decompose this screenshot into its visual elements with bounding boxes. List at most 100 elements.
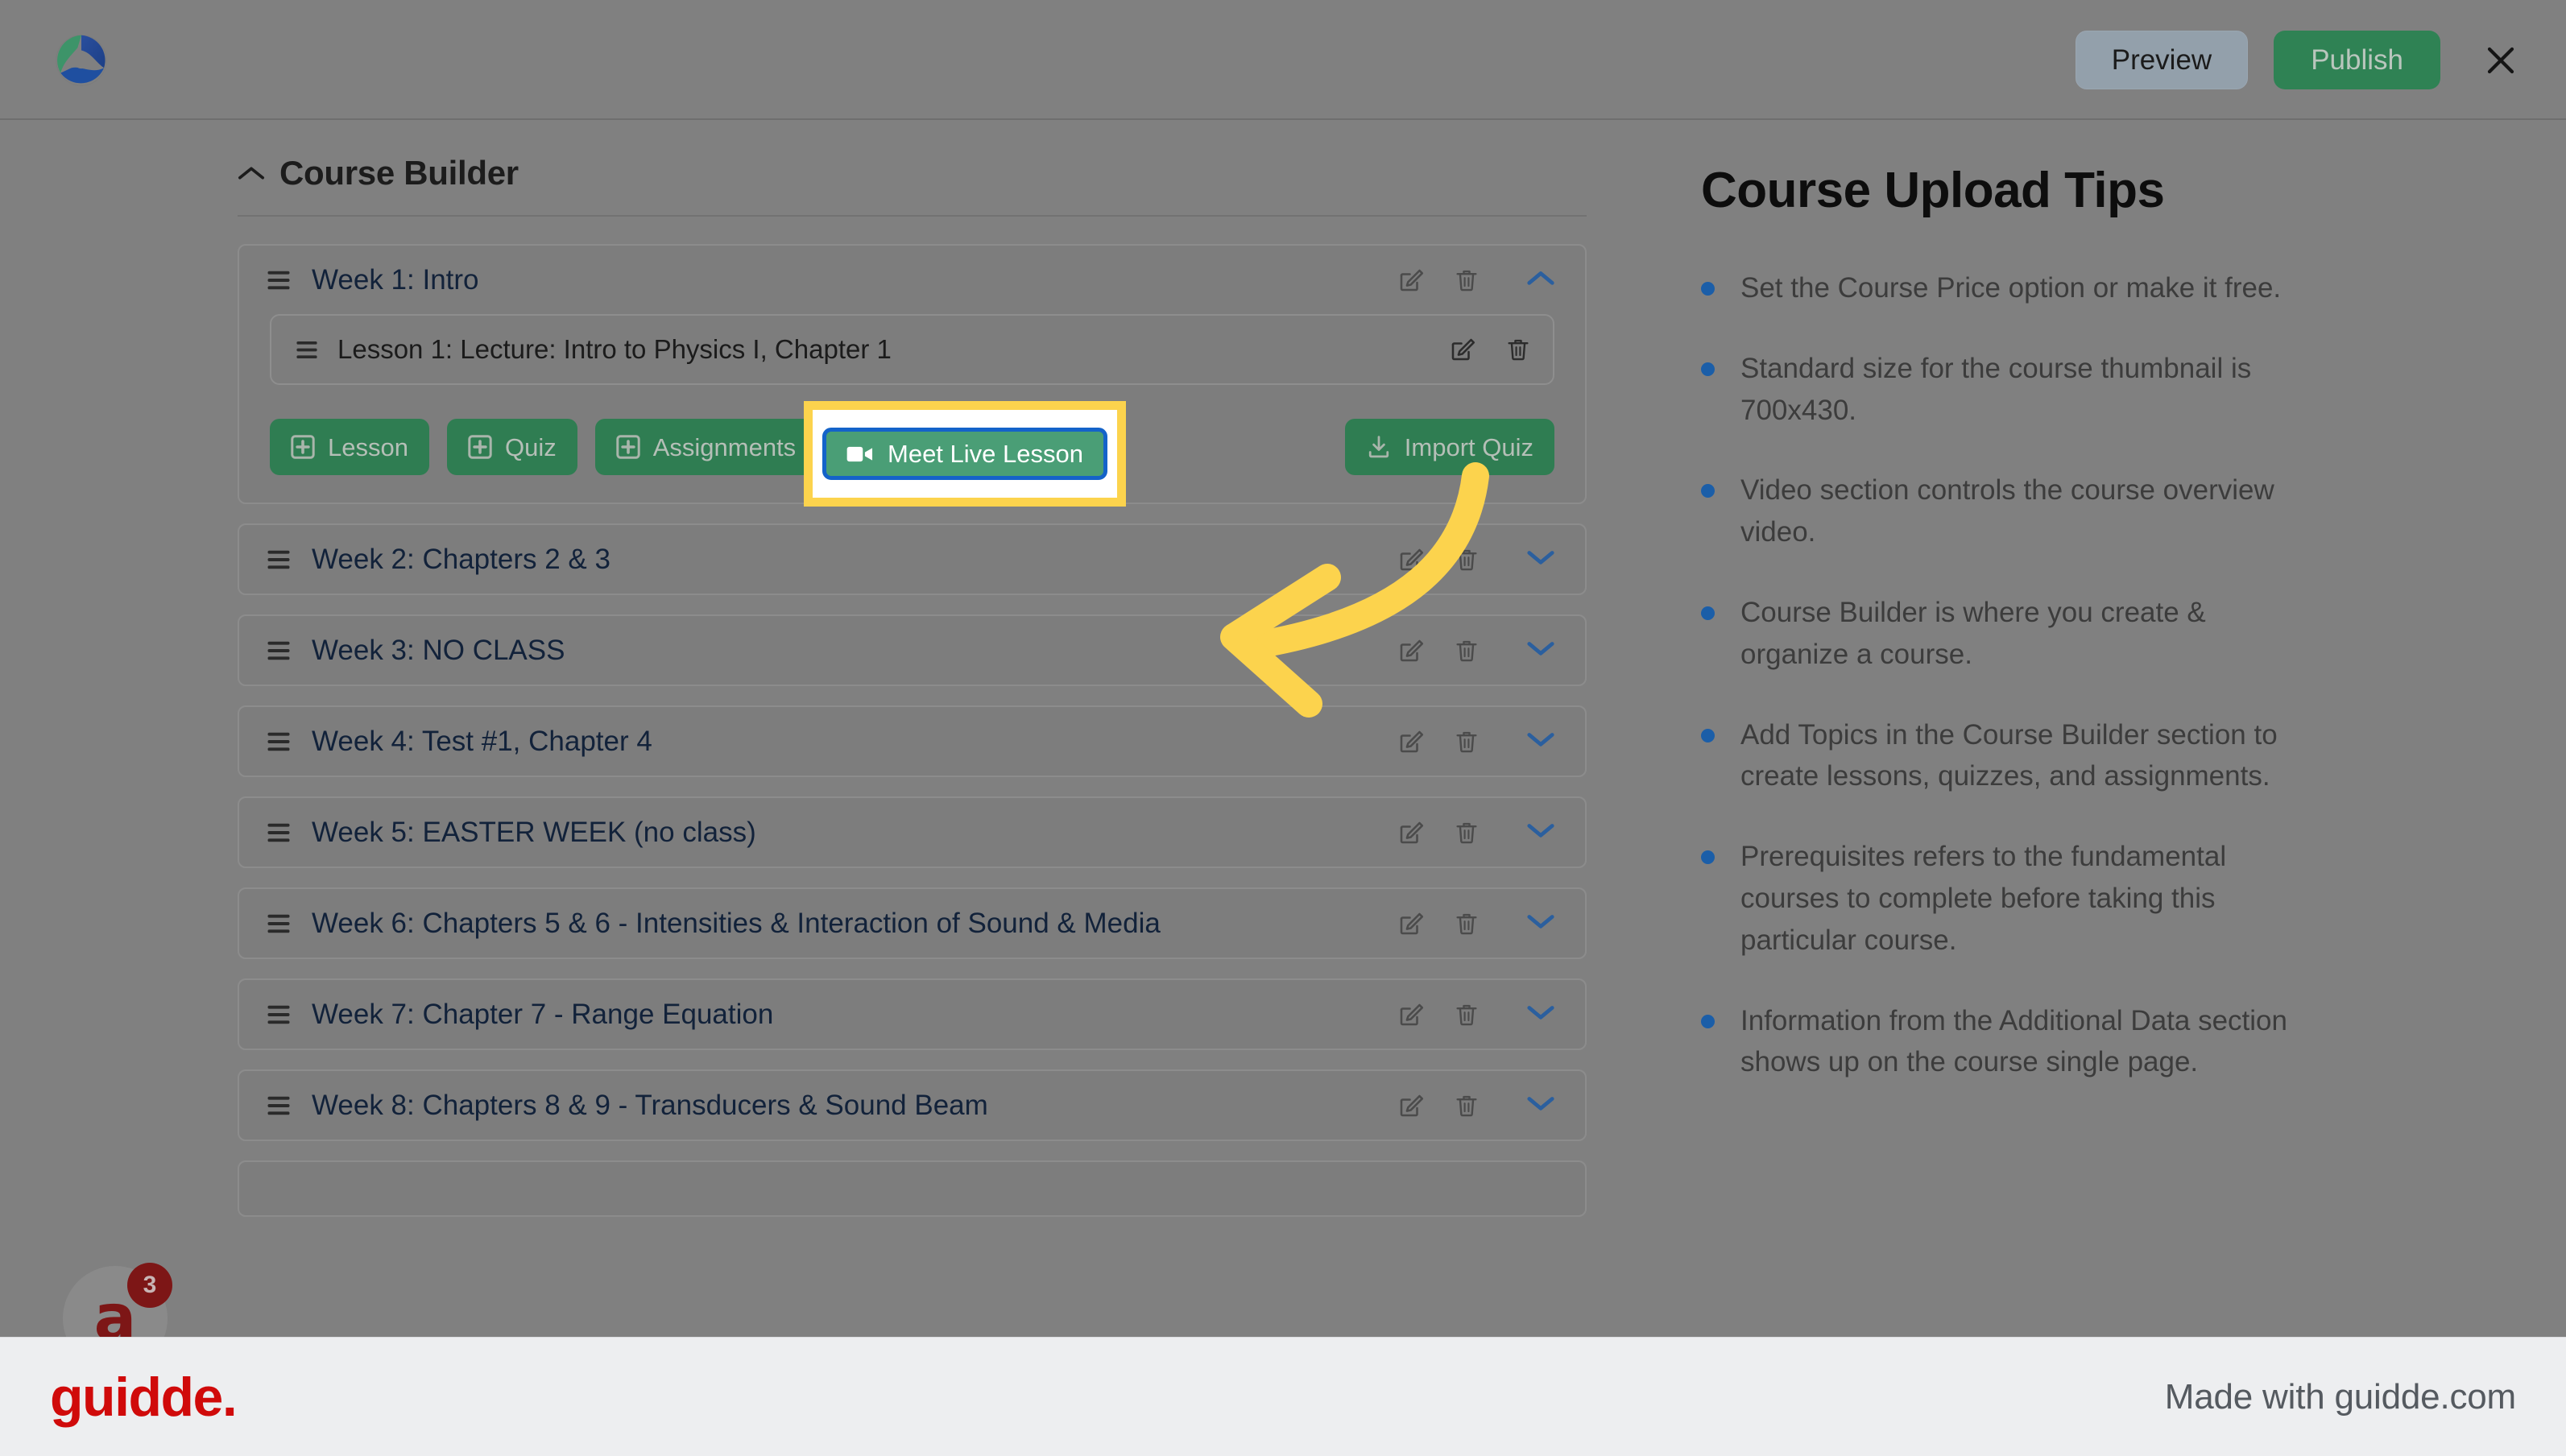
week-title: Week 6: Chapters 5 & 6 - Intensities & I… — [312, 907, 1161, 939]
delete-lesson-button[interactable] — [1504, 336, 1532, 363]
trash-icon — [1456, 270, 1477, 291]
week-card-1: Week 1: Intro Lesson 1: Lecture: Intro t… — [238, 244, 1587, 507]
week-row-icons — [1397, 545, 1556, 574]
guidde-footer: guidde. Made with guidde.com — [0, 1337, 2566, 1456]
drag-handle-icon[interactable] — [267, 270, 291, 291]
made-with-text: Made with guidde.com — [2164, 1376, 2516, 1417]
expand-week-button[interactable] — [1525, 548, 1556, 571]
drag-handle-icon[interactable] — [267, 1004, 291, 1025]
page-body: Course Builder Week 1: Intro Lesson 1: L… — [0, 120, 2566, 1337]
edit-week-button[interactable] — [1397, 545, 1426, 574]
bullet-icon — [1701, 606, 1715, 620]
close-button[interactable] — [2474, 34, 2527, 87]
bullet-icon — [1701, 850, 1715, 865]
delete-week-button[interactable] — [1453, 819, 1480, 846]
delete-week-button[interactable] — [1453, 267, 1480, 294]
drag-handle-icon[interactable] — [267, 640, 291, 661]
week-card-6: Week 6: Chapters 5 & 6 - Intensities & I… — [238, 887, 1587, 959]
tip-text: Video section controls the course overvi… — [1740, 474, 2274, 548]
edit-week-button[interactable] — [1397, 1000, 1426, 1029]
week-card-4: Week 4: Test #1, Chapter 4 — [238, 705, 1587, 777]
week-row-icons — [1397, 727, 1556, 756]
tip-text: Prerequisites refers to the fundamental … — [1740, 841, 2227, 956]
week-row-icons — [1397, 818, 1556, 847]
delete-week-button[interactable] — [1453, 1001, 1480, 1028]
course-editor-app: Preview Publish Course Builder Week 1: I… — [0, 0, 2566, 1337]
chevron-up-icon — [1527, 271, 1554, 285]
lesson-row[interactable]: Lesson 1: Lecture: Intro to Physics I, C… — [270, 314, 1554, 385]
add-lesson-label: Lesson — [328, 432, 408, 461]
week-row-header[interactable]: Week 8: Chapters 8 & 9 - Transducers & S… — [239, 1071, 1585, 1140]
week-title: Week 3: NO CLASS — [312, 634, 565, 666]
delete-week-button[interactable] — [1453, 1092, 1480, 1119]
week-title: Week 5: EASTER WEEK (no class) — [312, 816, 756, 848]
expand-week-button[interactable] — [1525, 639, 1556, 662]
delete-week-button[interactable] — [1453, 910, 1480, 937]
import-quiz-button[interactable]: Import Quiz — [1344, 419, 1554, 475]
plus-square-icon — [291, 435, 315, 459]
edit-lesson-button[interactable] — [1448, 335, 1477, 364]
week-card-5: Week 5: EASTER WEEK (no class) — [238, 796, 1587, 868]
top-bar: Preview Publish — [0, 0, 2566, 120]
edit-week-button[interactable] — [1397, 727, 1426, 756]
video-camera-icon — [846, 446, 873, 461]
drag-handle-icon[interactable] — [267, 822, 291, 843]
week-card-8: Week 8: Chapters 8 & 9 - Transducers & S… — [238, 1069, 1587, 1141]
chevron-down-icon — [1527, 915, 1554, 929]
delete-week-button[interactable] — [1453, 728, 1480, 755]
week-row-header[interactable]: Week 3: NO CLASS — [239, 616, 1585, 685]
week-row-icons — [1397, 266, 1556, 295]
expand-week-button[interactable] — [1525, 1094, 1556, 1117]
week-row-header[interactable]: Week 2: Chapters 2 & 3 — [239, 525, 1585, 594]
week-row-header[interactable]: Week 5: EASTER WEEK (no class) — [239, 798, 1585, 867]
edit-week-button[interactable] — [1397, 1091, 1426, 1120]
expand-week-button[interactable] — [1525, 912, 1556, 935]
week-title: Week 4: Test #1, Chapter 4 — [312, 725, 652, 757]
meet-live-lesson-button[interactable]: Meet Live Lesson — [822, 428, 1107, 480]
tip-text: Set the Course Price option or make it f… — [1740, 272, 2282, 304]
drag-handle-icon[interactable] — [267, 913, 291, 934]
expand-week-button[interactable] — [1525, 821, 1556, 844]
publish-button[interactable]: Publish — [2274, 31, 2440, 89]
week-row-icons — [1397, 1000, 1556, 1029]
week-card-next-partial — [238, 1160, 1587, 1217]
drag-handle-icon[interactable] — [267, 1095, 291, 1116]
edit-week-button[interactable] — [1397, 909, 1426, 938]
drag-handle-icon[interactable] — [296, 340, 318, 360]
trash-icon — [1456, 822, 1477, 843]
edit-week-button[interactable] — [1397, 266, 1426, 295]
list-item: Add Topics in the Course Builder section… — [1701, 714, 2410, 798]
week-row-icons — [1397, 909, 1556, 938]
top-bar-actions: Preview Publish — [2075, 0, 2527, 120]
page-title: Course Builder — [279, 154, 519, 192]
list-item: Standard size for the course thumbnail i… — [1701, 348, 2410, 432]
expand-week-button[interactable] — [1525, 1003, 1556, 1026]
delete-week-button[interactable] — [1453, 637, 1480, 664]
week-row-header[interactable]: Week 1: Intro — [239, 246, 1585, 314]
edit-week-button[interactable] — [1397, 818, 1426, 847]
import-quiz-label: Import Quiz — [1404, 432, 1533, 461]
add-lesson-button[interactable]: Lesson — [270, 419, 429, 475]
preview-button[interactable]: Preview — [2075, 31, 2249, 89]
app-logo[interactable] — [50, 29, 113, 92]
week-title: Week 1: Intro — [312, 263, 479, 296]
edit-icon — [1400, 269, 1424, 291]
week-row-header[interactable]: Week 6: Chapters 5 & 6 - Intensities & I… — [239, 889, 1585, 958]
drag-handle-icon[interactable] — [267, 549, 291, 570]
week-row-header[interactable]: Week 7: Chapter 7 - Range Equation — [239, 980, 1585, 1049]
edit-icon — [1400, 1094, 1424, 1116]
expand-week-button[interactable] — [1525, 730, 1556, 753]
delete-week-button[interactable] — [1453, 546, 1480, 573]
week-row-header[interactable]: Week 4: Test #1, Chapter 4 — [239, 707, 1585, 776]
edit-week-button[interactable] — [1397, 636, 1426, 665]
week-title: Week 8: Chapters 8 & 9 - Transducers & S… — [312, 1089, 988, 1121]
collapse-week-button[interactable] — [1525, 268, 1556, 292]
course-builder-header[interactable]: Course Builder — [238, 120, 1587, 215]
trash-icon — [1456, 1004, 1477, 1025]
week-card-3: Week 3: NO CLASS — [238, 614, 1587, 686]
list-item: Information from the Additional Data sec… — [1701, 1000, 2410, 1084]
tips-title: Course Upload Tips — [1701, 163, 2165, 218]
drag-handle-icon[interactable] — [267, 731, 291, 752]
add-quiz-button[interactable]: Quiz — [446, 419, 577, 475]
add-assignments-button[interactable]: Assignments — [594, 419, 817, 475]
